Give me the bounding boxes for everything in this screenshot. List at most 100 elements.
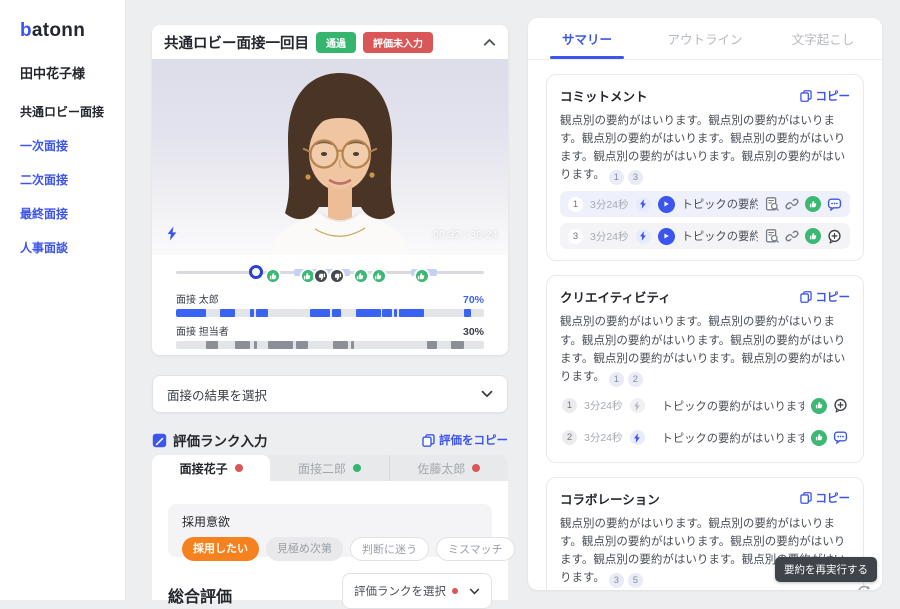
sidebar-nav-item[interactable]: 人事面談 xyxy=(20,239,125,256)
speaker-activity-bar xyxy=(176,341,484,349)
evaluation-header: 評価ランク入力 評価をコピー xyxy=(152,430,508,450)
logo-letter: b xyxy=(20,20,32,41)
highlight-bolt-icon[interactable] xyxy=(166,226,178,241)
video-player[interactable]: 00:32 / 30:24 xyxy=(152,59,508,255)
sidebar-nav-item[interactable]: 最終面接 xyxy=(20,205,125,222)
speaker-activity-segment xyxy=(249,309,254,317)
hiring-intent-pill[interactable]: 見極め次第 xyxy=(266,537,343,561)
comment-dots-icon xyxy=(827,198,842,211)
thumb-icon xyxy=(303,272,311,279)
reference-number-dot[interactable]: 3 xyxy=(627,170,643,186)
speaker-activity-segment xyxy=(206,341,219,349)
summary-card-body: 観点別の要約がはいります。観点別の要約がはいります。観点別の要約がはいります。観… xyxy=(560,316,846,387)
bolt-chip-icon xyxy=(629,398,645,414)
copy-button[interactable]: コピー xyxy=(799,490,850,506)
hiring-intent-pill[interactable]: ミスマッチ xyxy=(436,537,515,561)
speaker-activity-bar xyxy=(176,309,484,317)
batonn-logo[interactable]: batonn xyxy=(20,20,125,42)
speaker-activity-segment xyxy=(451,341,464,349)
interview-result-select[interactable]: 面接の結果を選択 xyxy=(152,375,508,413)
speaker-activity-segment xyxy=(381,309,392,317)
comment-add-icon xyxy=(834,399,847,413)
thumb-down-marker[interactable] xyxy=(329,268,346,284)
link-button[interactable] xyxy=(785,229,799,243)
thumb-up-marker[interactable] xyxy=(265,268,282,284)
summary-tab[interactable]: アウトライン xyxy=(646,18,764,59)
speaker-activity-segment xyxy=(333,341,349,349)
topic-row[interactable]: 3 3分24秒 トピックの要約がはいります。トピッ xyxy=(560,223,850,250)
comment-add-button[interactable] xyxy=(833,398,848,413)
speaker-tracks: 面接 太郎 70% 面接 担当者 30% xyxy=(176,291,484,349)
thumb-up-badge[interactable] xyxy=(811,397,827,414)
doc-search-button[interactable] xyxy=(765,197,779,212)
refresh-icon[interactable] xyxy=(857,585,871,590)
evaluator-tab[interactable]: 面接二郎 xyxy=(270,455,388,481)
reference-number-dot[interactable]: 1 xyxy=(608,170,624,186)
thumb-icon xyxy=(809,201,816,208)
reference-number-dot[interactable]: 3 xyxy=(608,573,624,589)
topic-number-dot: 1 xyxy=(562,398,577,414)
speaker-label-row: 面接 担当者 30% xyxy=(176,323,484,338)
comment-dots-button[interactable] xyxy=(827,197,842,212)
summary-card-header: クリエイティビティ コピー xyxy=(560,287,850,306)
sidebar-nav-item[interactable]: 二次面接 xyxy=(20,171,125,188)
topic-row[interactable]: 1 3分24秒 トピックの要約がはいります。トピッ xyxy=(560,393,850,419)
topic-row[interactable]: 1 3分24秒 トピックの要約がはいります。トピッ xyxy=(560,191,850,218)
sidebar-section-title: 共通ロビー面接 xyxy=(20,105,105,119)
thumb-up-badge[interactable] xyxy=(811,429,827,446)
video-seekbar[interactable] xyxy=(176,262,484,285)
speaker-activity-segment xyxy=(393,309,398,317)
thumb-up-badge[interactable] xyxy=(805,196,821,213)
copy-evaluation-button[interactable]: 評価をコピー xyxy=(422,432,508,448)
speaker-activity-segment xyxy=(268,341,294,349)
thumb-up-marker[interactable] xyxy=(370,268,387,284)
reference-number-dot[interactable]: 2 xyxy=(627,371,643,387)
seekbar-handle[interactable] xyxy=(249,265,264,279)
status-badges: 通過 評価未入力 xyxy=(316,31,433,53)
comment-dots-icon xyxy=(833,431,848,445)
bolt-icon xyxy=(640,231,646,242)
speaker-activity-segment xyxy=(295,341,309,349)
interviewee-portrait xyxy=(270,73,410,255)
speaker-activity-segment xyxy=(331,309,341,317)
summary-tab[interactable]: サマリー xyxy=(528,18,646,59)
collapse-chevron-up-icon[interactable] xyxy=(483,38,496,47)
thumb-up-badge[interactable] xyxy=(805,228,821,245)
timeline-section: 面接 太郎 70% 面接 担当者 30% xyxy=(152,255,508,349)
topic-timestamp: 3分24秒 xyxy=(590,230,629,243)
thumb-icon xyxy=(357,272,364,279)
sidebar-nav-item[interactable]: 一次面接 xyxy=(20,137,125,154)
summary-card-title: コラボレーション xyxy=(560,492,660,507)
evaluator-tab[interactable]: 面接花子 xyxy=(152,455,271,481)
summary-card-title: コミットメント xyxy=(560,90,648,104)
comment-add-button[interactable] xyxy=(827,229,842,244)
copy-button[interactable]: コピー xyxy=(799,88,850,104)
copy-button[interactable]: コピー xyxy=(799,289,850,305)
candidate-name: 田中花子様 xyxy=(20,66,86,81)
hiring-intent-pill[interactable]: 採用したい xyxy=(182,537,259,561)
thumb-up-marker[interactable] xyxy=(352,268,369,284)
rerun-summary-button[interactable]: 要約を再実行する xyxy=(775,557,877,582)
speaker-activity-segment xyxy=(176,309,207,317)
evaluator-tab[interactable]: 佐藤太郎 xyxy=(388,455,508,481)
comment-dots-button[interactable] xyxy=(833,430,848,445)
play-button[interactable] xyxy=(657,227,675,245)
topic-row[interactable]: 2 3分24秒 トピックの要約がはいります。トピッ xyxy=(560,425,850,451)
summary-tab[interactable]: 文字起こし xyxy=(764,18,882,59)
topic-timestamp: 3分24秒 xyxy=(590,198,629,211)
hiring-intent-pill[interactable]: 判断に迷う xyxy=(350,537,429,561)
reference-number-dot[interactable]: 1 xyxy=(608,371,624,387)
link-button[interactable] xyxy=(785,197,799,211)
summary-tabs: サマリー アウトライン 文字起こし xyxy=(528,18,882,60)
speaker-activity-segment xyxy=(256,309,269,317)
bolt-icon xyxy=(634,433,640,443)
interview-card-header: 共通ロビー面接一回目 通過 評価未入力 xyxy=(152,25,508,59)
play-button[interactable] xyxy=(657,195,675,213)
doc-search-button[interactable] xyxy=(765,229,779,244)
speaker-activity-segment xyxy=(350,341,354,349)
thumb-up-marker[interactable] xyxy=(413,268,430,284)
thumb-icon xyxy=(375,272,382,279)
reference-number-dot[interactable]: 5 xyxy=(627,573,643,589)
thumb-down-marker[interactable] xyxy=(313,268,330,284)
overall-rating-select[interactable]: 評価ランクを選択 xyxy=(342,573,492,609)
